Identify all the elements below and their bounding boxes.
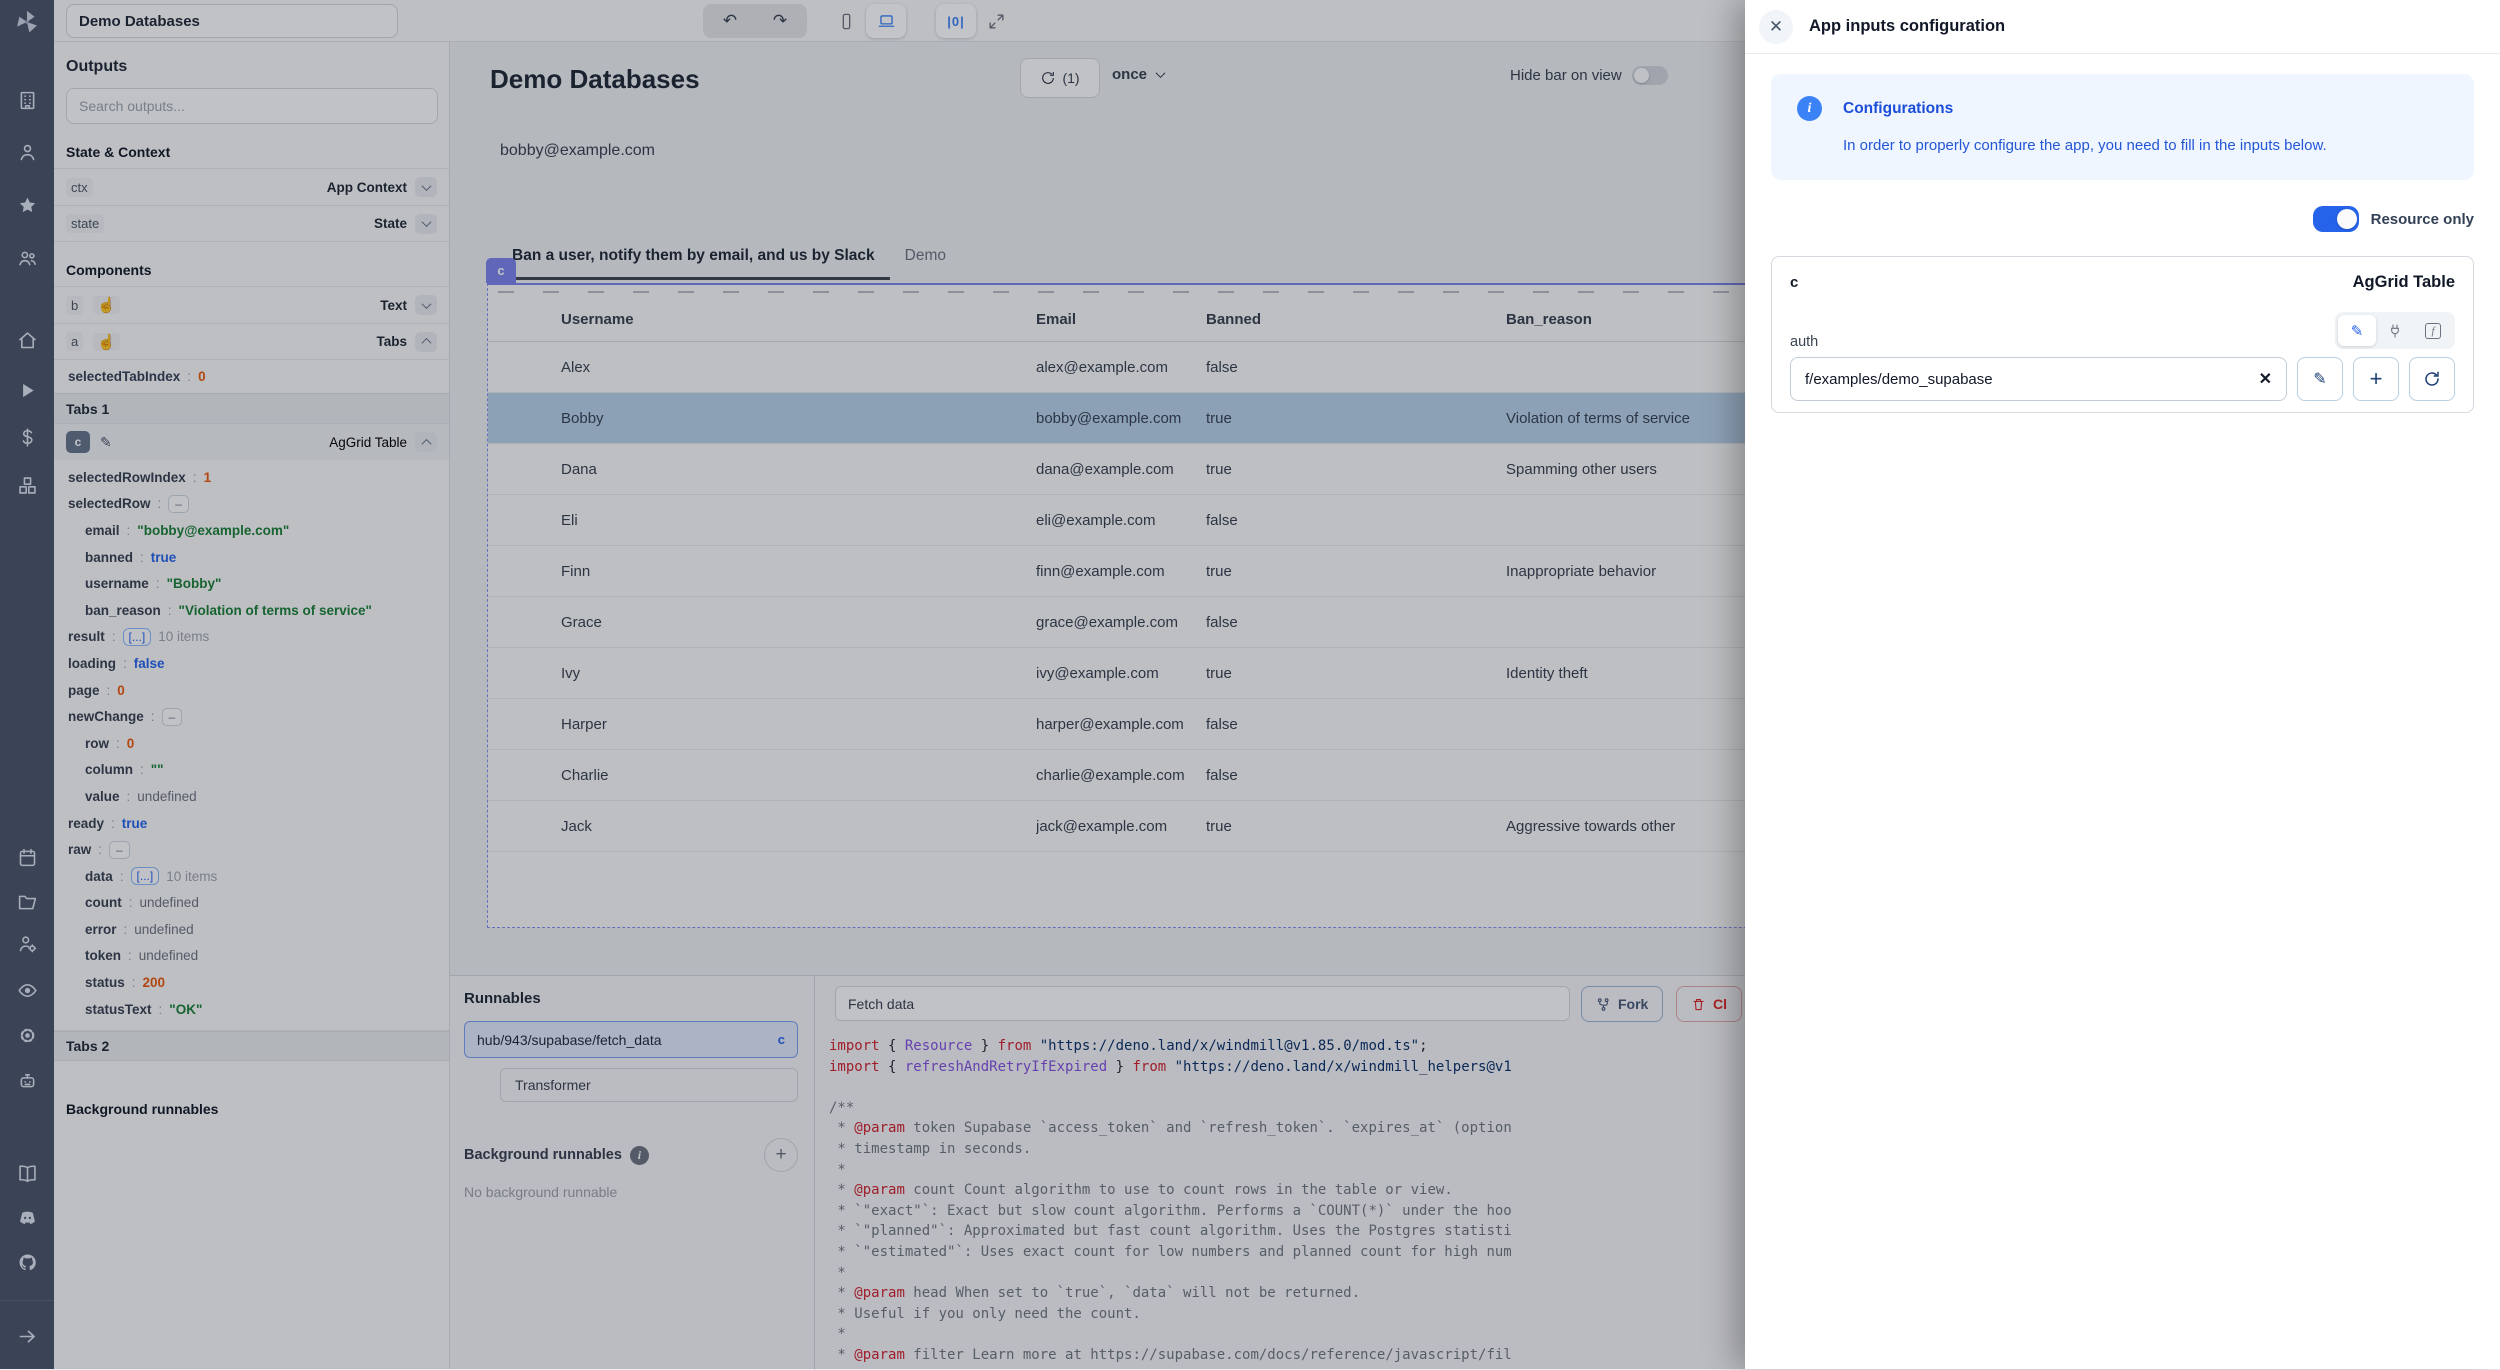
refresh-resource-button[interactable] <box>2409 357 2455 401</box>
resource-only-toggle[interactable] <box>2313 206 2359 232</box>
component-type: AgGrid Table <box>2353 273 2455 292</box>
edit-resource-button[interactable]: ✎ <box>2297 357 2343 401</box>
input-mode-segmented-control: ✎ f <box>2335 312 2455 349</box>
plug-icon[interactable] <box>2376 315 2414 346</box>
close-icon[interactable]: ✕ <box>1759 10 1793 44</box>
function-icon[interactable]: f <box>2414 315 2452 346</box>
drawer-title: App inputs configuration <box>1809 17 2005 36</box>
component-id: c <box>1790 274 1798 291</box>
configurations-info-box: i Configurations In order to properly co… <box>1771 74 2474 180</box>
add-resource-button[interactable]: + <box>2353 357 2399 401</box>
info-icon: i <box>1797 96 1822 121</box>
info-title: Configurations <box>1843 100 1953 118</box>
pencil-icon[interactable]: ✎ <box>2338 315 2376 346</box>
component-input-card: c AgGrid Table ✎ f auth f/examples/demo_… <box>1771 256 2474 413</box>
app-inputs-drawer: ✕ App inputs configuration i Configurati… <box>1745 0 2500 1369</box>
field-label: auth <box>1790 334 1818 350</box>
drawer-header: ✕ App inputs configuration <box>1745 0 2500 54</box>
info-text: In order to properly configure the app, … <box>1843 137 2448 154</box>
clear-input-icon[interactable]: ✕ <box>2259 369 2272 389</box>
resource-input[interactable]: f/examples/demo_supabase ✕ <box>1790 357 2287 401</box>
modal-dim-overlay[interactable] <box>0 0 1746 1369</box>
resource-only-row: Resource only <box>1771 206 2474 232</box>
